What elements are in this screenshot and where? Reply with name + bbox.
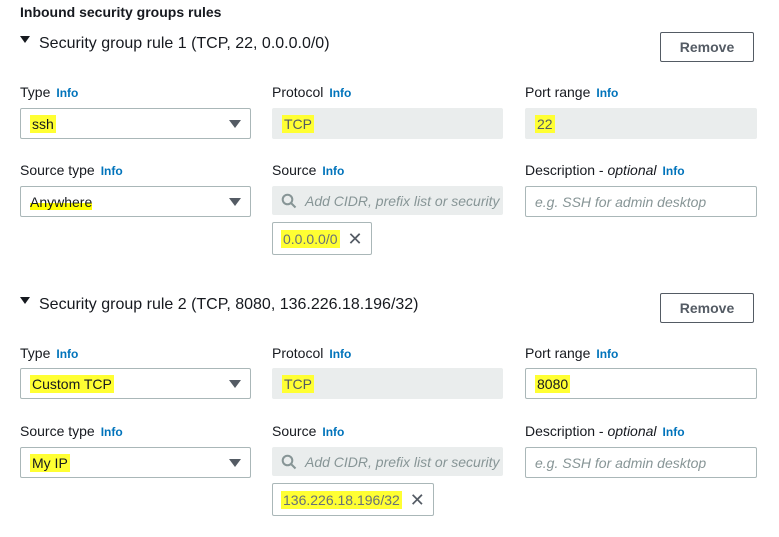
rule-1-protocol-label: Protocol Info <box>272 84 352 100</box>
expand-caret-icon[interactable] <box>20 35 30 43</box>
rule-1-port-range-label: Port range Info <box>525 84 619 100</box>
rule-1-source-type-value: Anywhere <box>30 193 93 210</box>
rule-1-port-range-value: 22 <box>535 114 555 133</box>
rule-2-type-label: Type Info <box>20 345 79 361</box>
rule-1-type-label: Type Info <box>20 84 79 100</box>
rule-1-remove-button[interactable]: Remove <box>660 32 754 62</box>
type-info-link[interactable]: Info <box>56 86 78 100</box>
rule-2-source-type-select[interactable]: My IP <box>20 447 251 478</box>
rule-1-type-select[interactable]: ssh <box>20 108 251 139</box>
rule-1-source-type-select[interactable]: Anywhere <box>20 186 251 217</box>
rule-1-title: Security group rule 1 (TCP, 22, 0.0.0.0/… <box>39 35 330 52</box>
rule-1-protocol-value: TCP <box>282 114 314 133</box>
section-title: Inbound security groups rules <box>20 4 222 20</box>
rule-2-source-type-label: Source type Info <box>20 423 123 439</box>
port-range-info-link[interactable]: Info <box>596 86 618 100</box>
description-info-link[interactable]: Info <box>663 164 685 178</box>
rule-1-description-input[interactable]: e.g. SSH for admin desktop <box>525 186 757 217</box>
rule-1-source-token-value: 0.0.0.0/0 <box>281 229 340 248</box>
search-icon <box>281 454 297 469</box>
rule-1-source-type-label: Source type Info <box>20 162 123 178</box>
source-type-info-link[interactable]: Info <box>101 164 123 178</box>
rule-2-description-input[interactable]: e.g. SSH for admin desktop <box>525 447 757 478</box>
caret-down-icon <box>229 119 241 128</box>
rule-2-source-label: Source Info <box>272 423 345 439</box>
rule-1-port-range-field: 22 <box>525 108 757 139</box>
rule-2-port-range-value: 8080 <box>535 374 571 393</box>
source-info-link[interactable]: Info <box>322 164 344 178</box>
rule-2-protocol-field: TCP <box>272 368 503 399</box>
source-info-link[interactable]: Info <box>322 425 344 439</box>
rule-1-source-search-input[interactable]: Add CIDR, prefix list or security <box>272 186 503 215</box>
rule-2-protocol-label: Protocol Info <box>272 345 352 361</box>
rule-2-title: Security group rule 2 (TCP, 8080, 136.22… <box>39 296 419 313</box>
rule-1-header[interactable]: Security group rule 1 (TCP, 22, 0.0.0.0/… <box>20 35 330 53</box>
source-type-info-link[interactable]: Info <box>101 425 123 439</box>
rule-2-source-token-value: 136.226.18.196/32 <box>281 490 402 509</box>
description-info-link[interactable]: Info <box>663 425 685 439</box>
close-icon[interactable]: ✕ <box>348 230 363 248</box>
rule-2-port-range-input[interactable]: 8080 <box>525 368 757 399</box>
rule-1-type-value: ssh <box>30 114 56 133</box>
rule-1-source-label: Source Info <box>272 162 345 178</box>
caret-down-icon <box>229 197 241 206</box>
rule-2-source-token: 136.226.18.196/32 ✕ <box>272 483 434 516</box>
caret-down-icon <box>229 379 241 388</box>
rule-2-source-search-input[interactable]: Add CIDR, prefix list or security <box>272 447 503 476</box>
rule-2-source-type-value: My IP <box>30 453 70 472</box>
caret-down-icon <box>229 458 241 467</box>
rule-2-type-select[interactable]: Custom TCP <box>20 368 251 399</box>
protocol-info-link[interactable]: Info <box>329 86 351 100</box>
rule-1-description-label: Description - optional Info <box>525 162 685 178</box>
close-icon[interactable]: ✕ <box>410 491 425 509</box>
rule-2-protocol-value: TCP <box>282 374 314 393</box>
rule-2-remove-button[interactable]: Remove <box>660 293 754 323</box>
rule-2-type-value: Custom TCP <box>30 374 114 393</box>
rule-1-source-token: 0.0.0.0/0 ✕ <box>272 222 372 255</box>
search-icon <box>281 193 297 208</box>
expand-caret-icon[interactable] <box>20 296 30 304</box>
rule-1-protocol-field: TCP <box>272 108 503 139</box>
rule-2-port-range-label: Port range Info <box>525 345 619 361</box>
port-range-info-link[interactable]: Info <box>596 347 618 361</box>
protocol-info-link[interactable]: Info <box>329 347 351 361</box>
rule-2-header[interactable]: Security group rule 2 (TCP, 8080, 136.22… <box>20 296 419 314</box>
type-info-link[interactable]: Info <box>56 347 78 361</box>
rule-2-description-label: Description - optional Info <box>525 423 685 439</box>
